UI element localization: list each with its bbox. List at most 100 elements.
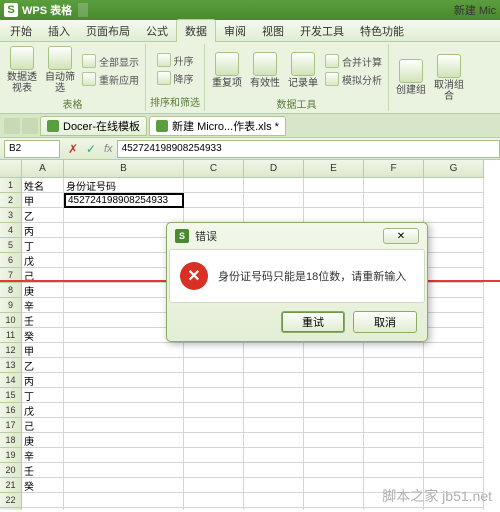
- cell-E17[interactable]: [304, 418, 364, 433]
- cell-B1[interactable]: 身份证号码: [64, 178, 184, 193]
- cell-G11[interactable]: [424, 328, 484, 343]
- cell-F18[interactable]: [364, 433, 424, 448]
- row-header-16[interactable]: 16: [0, 403, 22, 418]
- row-header-18[interactable]: 18: [0, 433, 22, 448]
- row-header-17[interactable]: 17: [0, 418, 22, 433]
- cell-D15[interactable]: [244, 388, 304, 403]
- row-header-21[interactable]: 21: [0, 478, 22, 493]
- cell-E19[interactable]: [304, 448, 364, 463]
- cell-C16[interactable]: [184, 403, 244, 418]
- cell-A12[interactable]: 甲: [22, 343, 64, 358]
- cell-F20[interactable]: [364, 463, 424, 478]
- cell-E12[interactable]: [304, 343, 364, 358]
- cell-B20[interactable]: [64, 463, 184, 478]
- cell-B13[interactable]: [64, 358, 184, 373]
- menu-1[interactable]: 插入: [40, 20, 78, 42]
- cell-A4[interactable]: 丙: [22, 223, 64, 238]
- row-header-20[interactable]: 20: [0, 463, 22, 478]
- cell-A11[interactable]: 癸: [22, 328, 64, 343]
- nav-fwd-icon[interactable]: [22, 118, 38, 134]
- col-header-F[interactable]: F: [364, 160, 424, 178]
- cell-A1[interactable]: 姓名: [22, 178, 64, 193]
- cell-E3[interactable]: [304, 208, 364, 223]
- cell-F12[interactable]: [364, 343, 424, 358]
- pivot-button[interactable]: 数据透视表: [4, 46, 40, 94]
- doc-tab-0[interactable]: Docer-在线模板: [40, 116, 147, 136]
- cell-C19[interactable]: [184, 448, 244, 463]
- row-header-5[interactable]: 5: [0, 238, 22, 253]
- cell-G12[interactable]: [424, 343, 484, 358]
- cell-A17[interactable]: 己: [22, 418, 64, 433]
- cell-G3[interactable]: [424, 208, 484, 223]
- cell-G17[interactable]: [424, 418, 484, 433]
- formula-input[interactable]: 452724198908254933: [117, 140, 500, 158]
- autofilter-button[interactable]: 自动筛选: [42, 46, 78, 94]
- cell-A9[interactable]: 辛: [22, 298, 64, 313]
- cell-B18[interactable]: [64, 433, 184, 448]
- row-header-13[interactable]: 13: [0, 358, 22, 373]
- cell-G2[interactable]: [424, 193, 484, 208]
- cell-A3[interactable]: 乙: [22, 208, 64, 223]
- cell-E18[interactable]: [304, 433, 364, 448]
- row-header-14[interactable]: 14: [0, 373, 22, 388]
- cell-G16[interactable]: [424, 403, 484, 418]
- row-header-2[interactable]: 2: [0, 193, 22, 208]
- cell-D20[interactable]: [244, 463, 304, 478]
- cell-A20[interactable]: 壬: [22, 463, 64, 478]
- nav-back-icon[interactable]: [4, 118, 20, 134]
- title-dropdown-icon[interactable]: [78, 3, 88, 17]
- retry-button[interactable]: 重试: [281, 311, 345, 333]
- row-header-9[interactable]: 9: [0, 298, 22, 313]
- row-header-6[interactable]: 6: [0, 253, 22, 268]
- name-box[interactable]: B2: [4, 140, 60, 158]
- menu-2[interactable]: 页面布局: [78, 20, 138, 42]
- whatif-button[interactable]: 模拟分析: [323, 71, 384, 88]
- cell-E13[interactable]: [304, 358, 364, 373]
- sort-desc-button[interactable]: 降序: [155, 70, 196, 87]
- cell-D22[interactable]: [244, 493, 304, 508]
- row-header-3[interactable]: 3: [0, 208, 22, 223]
- cell-A19[interactable]: 辛: [22, 448, 64, 463]
- cell-G8[interactable]: [424, 283, 484, 298]
- cancel-button[interactable]: 取消: [353, 311, 417, 333]
- cell-C12[interactable]: [184, 343, 244, 358]
- cell-A16[interactable]: 戊: [22, 403, 64, 418]
- cell-F13[interactable]: [364, 358, 424, 373]
- cell-D12[interactable]: [244, 343, 304, 358]
- cell-A13[interactable]: 乙: [22, 358, 64, 373]
- cell-F23[interactable]: [364, 508, 424, 510]
- cell-A18[interactable]: 庚: [22, 433, 64, 448]
- cell-G15[interactable]: [424, 388, 484, 403]
- col-header-B[interactable]: B: [64, 160, 184, 178]
- cell-D3[interactable]: [244, 208, 304, 223]
- cell-D19[interactable]: [244, 448, 304, 463]
- cell-A2[interactable]: 甲: [22, 193, 64, 208]
- cell-D21[interactable]: [244, 478, 304, 493]
- cell-D23[interactable]: [244, 508, 304, 510]
- cell-G23[interactable]: [424, 508, 484, 510]
- cancel-icon[interactable]: ✗: [65, 141, 81, 157]
- duplicates-button[interactable]: 重复项: [209, 46, 245, 94]
- cell-C21[interactable]: [184, 478, 244, 493]
- menu-3[interactable]: 公式: [138, 20, 176, 42]
- cell-C20[interactable]: [184, 463, 244, 478]
- cell-E23[interactable]: [304, 508, 364, 510]
- col-header-C[interactable]: C: [184, 160, 244, 178]
- row-header-1[interactable]: 1: [0, 178, 22, 193]
- cell-E1[interactable]: [304, 178, 364, 193]
- col-header-A[interactable]: A: [22, 160, 64, 178]
- cell-F16[interactable]: [364, 403, 424, 418]
- cell-A21[interactable]: 癸: [22, 478, 64, 493]
- dialog-close-button[interactable]: ✕: [383, 228, 419, 244]
- cell-G5[interactable]: [424, 238, 484, 253]
- consolidate-button[interactable]: 合并计算: [323, 53, 384, 70]
- cell-A22[interactable]: [22, 493, 64, 508]
- row-header-15[interactable]: 15: [0, 388, 22, 403]
- row-header-11[interactable]: 11: [0, 328, 22, 343]
- cell-B22[interactable]: [64, 493, 184, 508]
- confirm-icon[interactable]: ✓: [83, 141, 99, 157]
- cell-A8[interactable]: 庚: [22, 283, 64, 298]
- cell-B23[interactable]: [64, 508, 184, 510]
- row-header-10[interactable]: 10: [0, 313, 22, 328]
- cell-D13[interactable]: [244, 358, 304, 373]
